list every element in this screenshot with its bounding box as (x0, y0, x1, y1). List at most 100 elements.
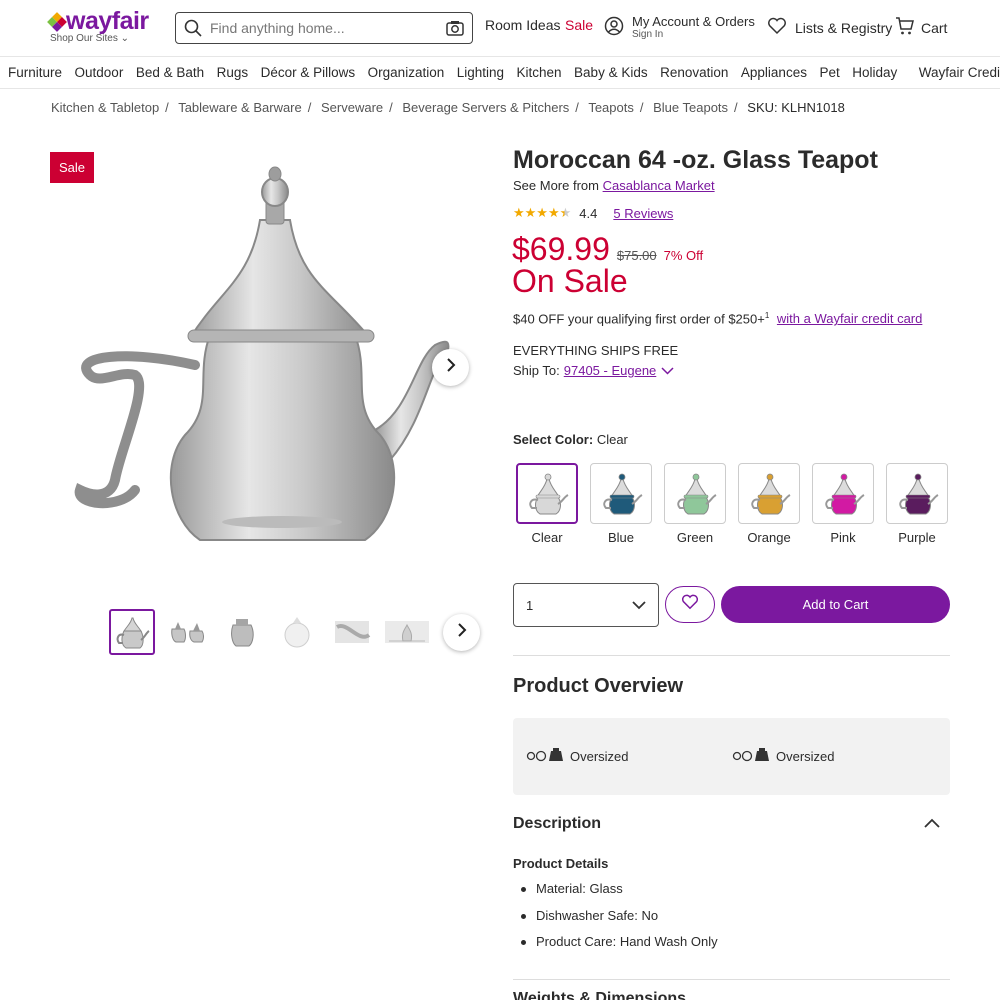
add-to-favorites-button[interactable] (665, 586, 715, 623)
overview-item: Oversized (732, 748, 835, 765)
list-item: Product Care: Hand Wash Only (521, 934, 718, 961)
color-swatch-blue[interactable]: Blue (590, 463, 652, 545)
star-rating-icon: ★★★★★ (513, 205, 572, 220)
swatch-image (590, 463, 652, 524)
credit-card-link[interactable]: Wayfair Credit Card (919, 65, 1000, 80)
color-swatch-pink[interactable]: Pink (812, 463, 874, 545)
wayfair-logo[interactable]: wayfair (47, 7, 149, 36)
see-more-from: See More from Casablanca Market (513, 178, 715, 193)
swatch-label: Green (676, 530, 714, 545)
category-baby-kids[interactable]: Baby & Kids (574, 65, 648, 80)
swatch-label: Clear (531, 530, 563, 545)
chevron-up-icon[interactable] (924, 815, 940, 833)
selected-color-value: Clear (596, 432, 628, 447)
thumbnail[interactable] (274, 609, 320, 655)
category-furniture[interactable]: Furniture (8, 65, 62, 80)
search-input[interactable] (210, 20, 438, 36)
add-to-cart-button[interactable]: Add to Cart (721, 586, 950, 623)
account-menu[interactable]: My Account & Orders Sign In (604, 15, 755, 40)
color-swatch-purple[interactable]: Purple (886, 463, 948, 545)
oversized-icon (732, 748, 770, 765)
chevron-down-icon (632, 598, 646, 613)
shop-our-sites-dropdown[interactable]: Shop Our Sites ⌄ (50, 33, 129, 44)
category-lighting[interactable]: Lighting (457, 65, 504, 80)
category-pet[interactable]: Pet (819, 65, 839, 80)
category-decor-pillows[interactable]: Décor & Pillows (261, 65, 356, 80)
cart-link[interactable]: Cart (895, 16, 947, 39)
search-bar (175, 12, 473, 44)
credit-card-promo-link[interactable]: with a Wayfair credit card (777, 311, 922, 326)
room-ideas-link[interactable]: Room Ideas (485, 17, 560, 33)
thumbnail[interactable] (219, 609, 265, 655)
credit-card-promo: $40 OFF your qualifying first order of $… (513, 311, 922, 326)
breadcrumb-item[interactable]: Serveware (321, 100, 383, 115)
category-rugs[interactable]: Rugs (217, 65, 249, 80)
category-bed-bath[interactable]: Bed & Bath (136, 65, 204, 80)
color-swatch-clear[interactable]: Clear (516, 463, 578, 545)
category-kitchen[interactable]: Kitchen (517, 65, 562, 80)
product-details-list: Material: Glass Dishwasher Safe: No Prod… (521, 881, 718, 961)
cart-icon (895, 16, 915, 39)
color-swatch-orange[interactable]: Orange (738, 463, 800, 545)
account-icon (604, 16, 624, 39)
product-overview-box: Oversized Oversized (513, 718, 950, 795)
account-title: My Account & Orders (632, 14, 755, 29)
breadcrumb-item[interactable]: Kitchen & Tabletop (51, 100, 159, 115)
ship-to-location-link[interactable]: 97405 - Eugene (564, 363, 657, 378)
chevron-down-icon[interactable] (661, 363, 674, 378)
next-image-button[interactable] (432, 349, 469, 386)
swatch-image (886, 463, 948, 524)
category-outdoor[interactable]: Outdoor (75, 65, 124, 80)
search-icon[interactable] (176, 19, 210, 37)
product-title: Moroccan 64 -oz. Glass Teapot (513, 146, 878, 174)
lists-registry-link[interactable]: Lists & Registry (767, 17, 892, 38)
overview-item: Oversized (526, 748, 629, 765)
oversized-icon (526, 748, 564, 765)
weights-dimensions-heading[interactable]: Weights & Dimensions (513, 990, 686, 1000)
thumbnail[interactable] (164, 609, 210, 655)
swatch-label: Pink (830, 530, 856, 545)
thumbnail[interactable] (384, 609, 430, 655)
logo-text: wayfair (66, 7, 149, 35)
breadcrumb-item[interactable]: Teapots (588, 100, 634, 115)
ship-to-row: Ship To: 97405 - Eugene (513, 363, 674, 378)
thumbnail[interactable] (109, 609, 155, 655)
next-thumbnails-button[interactable] (443, 614, 480, 651)
section-divider (513, 655, 950, 656)
rating-row: ★★★★★ 4.4 5 Reviews (513, 205, 673, 221)
product-main-image[interactable] (70, 160, 460, 555)
breadcrumb-item[interactable]: Tableware & Barware (178, 100, 302, 115)
select-color-title: Select Color: (513, 432, 594, 447)
original-price: $75.00 (616, 248, 657, 263)
chevron-down-icon: ⌄ (120, 33, 129, 44)
brand-link[interactable]: Casablanca Market (603, 178, 715, 193)
logo-pinwheel-icon (47, 11, 67, 32)
category-organization[interactable]: Organization (368, 65, 445, 80)
camera-search-icon[interactable] (438, 20, 472, 36)
breadcrumb-item[interactable]: Beverage Servers & Pitchers (402, 100, 569, 115)
category-appliances[interactable]: Appliances (741, 65, 807, 80)
list-item: Material: Glass (521, 881, 718, 908)
thumbnail[interactable] (329, 609, 375, 655)
category-renovation[interactable]: Renovation (660, 65, 728, 80)
swatch-image (516, 463, 578, 524)
description-heading[interactable]: Description (513, 815, 601, 833)
see-more-prefix: See More from (513, 178, 599, 193)
color-swatch-green[interactable]: Green (664, 463, 726, 545)
cart-label: Cart (921, 19, 948, 36)
quantity-select[interactable]: 1 (513, 583, 659, 627)
swatch-label: Purple (898, 530, 936, 545)
swatch-image (812, 463, 874, 524)
quantity-value: 1 (526, 597, 534, 613)
breadcrumb: Kitchen & Tabletop / Tableware & Barware /… (51, 100, 845, 115)
category-nav: Furniture Outdoor Bed & Bath Rugs Décor … (0, 57, 1000, 89)
category-holiday[interactable]: Holiday (852, 65, 897, 80)
promo-text: $40 OFF your qualifying first order of $… (513, 311, 765, 327)
select-color-label: Select Color: Clear (513, 432, 628, 447)
thumbnail-strip (109, 609, 439, 655)
sale-link[interactable]: Sale (565, 17, 593, 33)
product-overview-heading: Product Overview (513, 675, 684, 697)
reviews-link[interactable]: 5 Reviews (613, 206, 673, 221)
swatch-image (738, 463, 800, 524)
breadcrumb-item[interactable]: Blue Teapots (653, 100, 728, 115)
